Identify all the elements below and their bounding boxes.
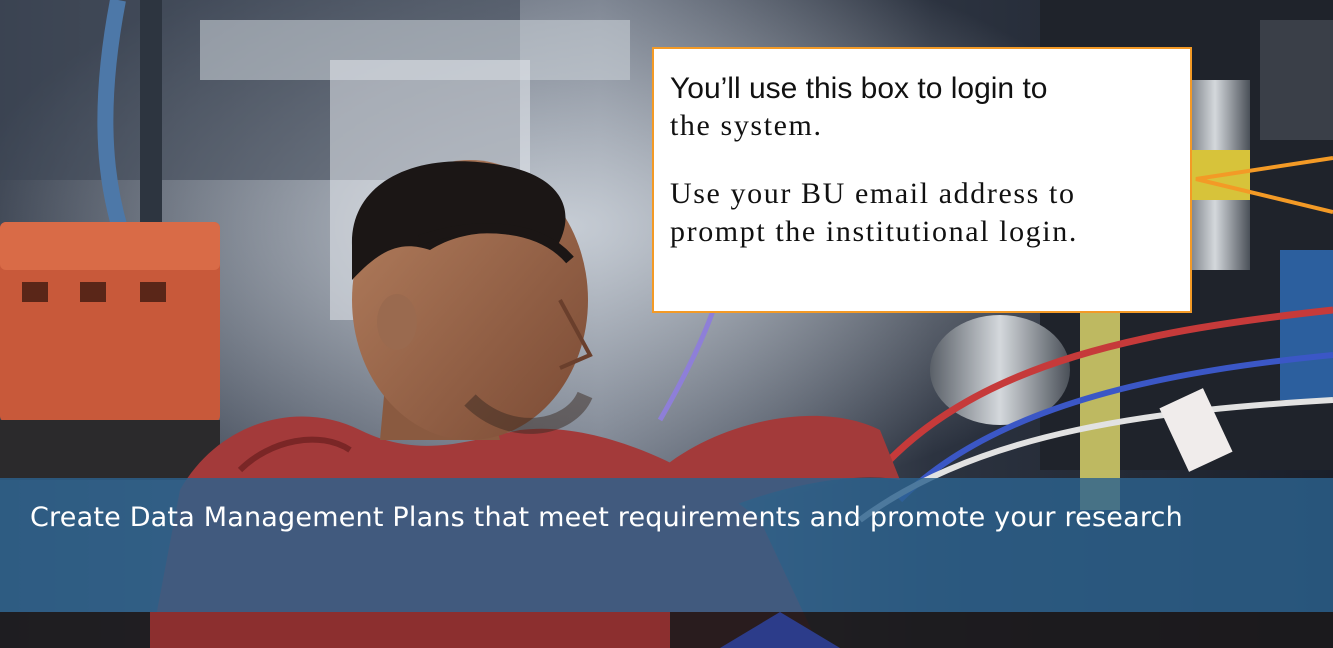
callout-line-2: the system. bbox=[670, 109, 823, 142]
login-callout: You’ll use this box to login to the syst… bbox=[652, 47, 1192, 313]
hero-caption: Create Data Management Plans that meet r… bbox=[30, 502, 1183, 533]
callout-line-1: You’ll use this box to login to bbox=[670, 72, 1048, 105]
callout-paragraph-2: Use your BU email address to prompt the … bbox=[670, 177, 1078, 248]
hero-caption-band: Create Data Management Plans that meet r… bbox=[0, 478, 1333, 612]
page: Create Data Management Plans that meet r… bbox=[0, 0, 1333, 648]
